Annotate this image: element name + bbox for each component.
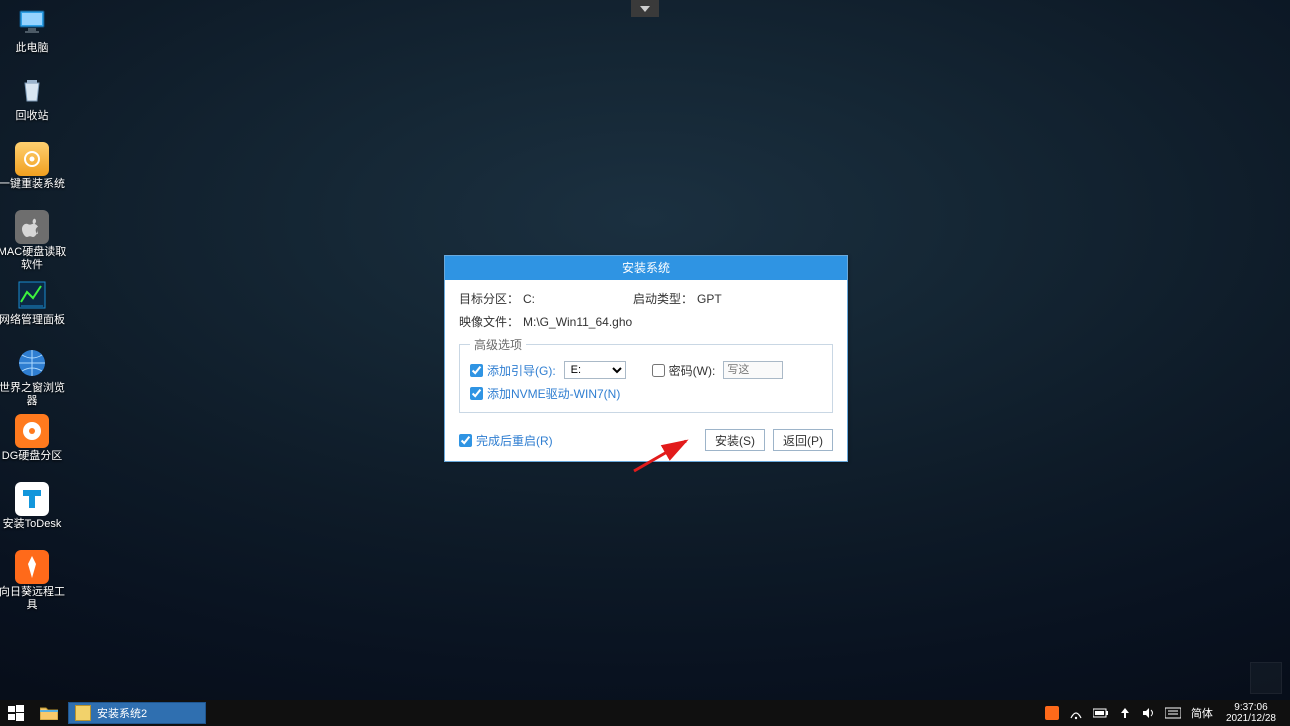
tray-ime-indicator[interactable]: 简体: [1186, 705, 1218, 721]
taskbar-task-install-system[interactable]: 安装系统2: [68, 702, 206, 724]
image-file-value: M:\G_Win11_64.gho: [523, 315, 632, 329]
tray-icon-app[interactable]: [1040, 706, 1064, 720]
tray-volume-icon[interactable]: [1136, 706, 1160, 720]
desktop-icon-recycle-bin[interactable]: 回收站: [0, 74, 70, 123]
nvme-checkbox-input[interactable]: [470, 387, 483, 400]
system-tray: 简体 9:37:06 2021/12/28: [1040, 700, 1290, 726]
clock-date: 2021/12/28: [1226, 713, 1276, 724]
desktop-icon-label: 世界之窗浏览器: [0, 382, 65, 407]
add-boot-drive-select[interactable]: E:: [564, 361, 626, 379]
start-button[interactable]: [0, 700, 32, 726]
tray-safely-remove-icon[interactable]: [1114, 706, 1136, 720]
tray-battery-icon[interactable]: [1088, 708, 1114, 718]
restart-checkbox[interactable]: 完成后重启(R): [459, 432, 553, 449]
disk-icon: [15, 414, 49, 448]
apple-icon: [15, 210, 49, 244]
top-dropdown-handle[interactable]: [631, 0, 659, 17]
tray-keyboard-icon[interactable]: [1160, 707, 1186, 719]
todesk-icon: [15, 482, 49, 516]
desktop-icon-label: 向日葵远程工具: [0, 586, 65, 611]
desktop-icon-label: 回收站: [16, 110, 49, 122]
add-boot-checkbox[interactable]: 添加引导(G):: [470, 362, 556, 379]
desktop-icon-label: MAC硬盘读取软件: [0, 246, 66, 271]
image-file-label: 映像文件：: [459, 313, 519, 330]
recycle-bin-icon: [15, 74, 49, 108]
sunflower-icon: [15, 550, 49, 584]
add-boot-checkbox-input[interactable]: [470, 364, 483, 377]
folder-icon: [40, 706, 58, 720]
install-button[interactable]: 安装(S): [705, 429, 765, 451]
desktop-icon-this-pc[interactable]: 此电脑: [0, 6, 70, 55]
file-explorer-button[interactable]: [32, 700, 66, 726]
desktop-icon-label: 网络管理面板: [0, 314, 65, 326]
globe-icon: [15, 346, 49, 380]
windows-icon: [8, 705, 24, 721]
nvme-checkbox[interactable]: 添加NVME驱动-WIN7(N): [470, 385, 620, 402]
desktop-icon-one-click-install[interactable]: 一键重装系统: [0, 142, 70, 191]
target-partition-label: 目标分区：: [459, 290, 519, 307]
graph-icon: [15, 278, 49, 312]
desktop-icon-label: DG硬盘分区: [2, 450, 63, 462]
password-checkbox[interactable]: 密码(W):: [652, 362, 716, 379]
desktop-icon-world-browser[interactable]: 世界之窗浏览器: [0, 346, 70, 408]
password-label: 密码(W):: [669, 362, 716, 379]
desktop: 此电脑 回收站 一键重装系统 MAC硬盘读取软件 网络管理面板 世界之窗浏览器: [0, 0, 1290, 726]
desktop-icon-label: 此电脑: [16, 42, 49, 54]
desktop-icon-sunflower[interactable]: 向日葵远程工具: [0, 550, 70, 612]
taskbar: 安装系统2 简体 9:37:06 2021/: [0, 700, 1290, 726]
toolbox-icon: [15, 142, 49, 176]
dialog-title: 安装系统: [622, 261, 670, 275]
boot-type-value: GPT: [697, 292, 722, 306]
dialog-footer: 完成后重启(R) 安装(S) 返回(P): [445, 421, 847, 461]
advanced-legend: 高级选项: [470, 336, 526, 353]
task-icon: [75, 705, 91, 721]
password-input[interactable]: [723, 361, 783, 379]
back-button[interactable]: 返回(P): [773, 429, 833, 451]
tray-network-icon[interactable]: [1064, 706, 1088, 720]
watermark-box: [1250, 662, 1282, 694]
install-system-dialog: 安装系统 目标分区： C: 启动类型： GPT 映像文件： M:\G_Win11…: [444, 255, 848, 462]
desktop-icon-dg-partition[interactable]: DG硬盘分区: [0, 414, 70, 463]
restart-label: 完成后重启(R): [476, 432, 553, 449]
dialog-titlebar[interactable]: 安装系统: [445, 256, 847, 280]
target-partition-value: C:: [523, 292, 593, 306]
clock-time: 9:37:06: [1234, 702, 1267, 713]
restart-checkbox-input[interactable]: [459, 434, 472, 447]
desktop-icon-label: 安装ToDesk: [3, 518, 62, 530]
computer-icon: [15, 6, 49, 40]
desktop-icon-todesk[interactable]: 安装ToDesk: [0, 482, 70, 531]
dialog-body: 目标分区： C: 启动类型： GPT 映像文件： M:\G_Win11_64.g…: [445, 280, 847, 421]
taskbar-clock[interactable]: 9:37:06 2021/12/28: [1218, 702, 1284, 724]
advanced-options-group: 高级选项 添加引导(G): E: 密码(W):: [459, 336, 833, 413]
boot-type-label: 启动类型：: [633, 290, 693, 307]
password-checkbox-input[interactable]: [652, 364, 665, 377]
desktop-icon-network-panel[interactable]: 网络管理面板: [0, 278, 70, 327]
desktop-icon-label: 一键重装系统: [0, 178, 65, 190]
nvme-label: 添加NVME驱动-WIN7(N): [487, 385, 620, 402]
desktop-icon-mac-disk[interactable]: MAC硬盘读取软件: [0, 210, 70, 272]
add-boot-label: 添加引导(G):: [487, 362, 556, 379]
task-label: 安装系统2: [97, 705, 147, 721]
